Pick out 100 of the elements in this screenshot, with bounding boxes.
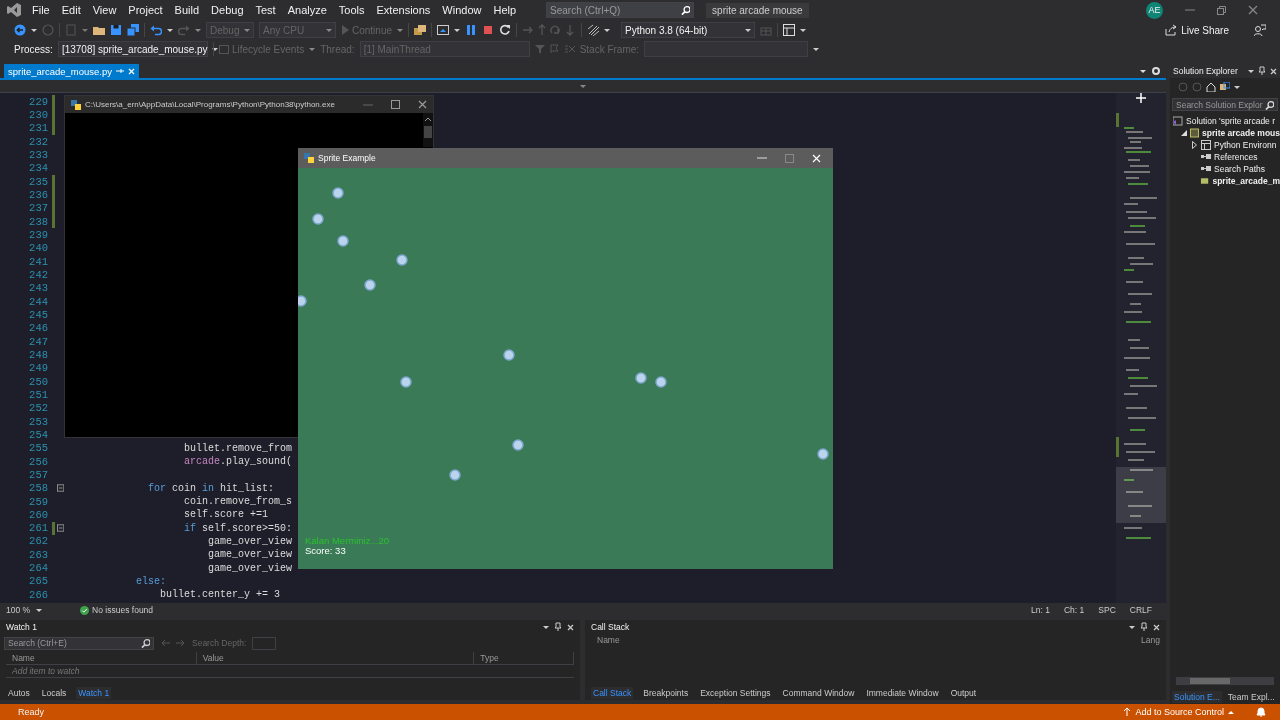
scroll-thumb[interactable] bbox=[424, 126, 432, 138]
search-icon[interactable] bbox=[680, 5, 691, 15]
menu-item[interactable]: Project bbox=[122, 4, 169, 16]
environment-dropdown[interactable]: Python 3.8 (64-bit) bbox=[621, 22, 756, 38]
column-header[interactable]: Lang bbox=[1135, 634, 1160, 646]
close-icon[interactable] bbox=[1270, 67, 1277, 75]
menu-item[interactable]: Extensions bbox=[370, 4, 437, 16]
live-share-button[interactable]: Live Share bbox=[1159, 23, 1235, 37]
notification-bell-icon[interactable] bbox=[1256, 707, 1266, 717]
caret-icon[interactable] bbox=[1248, 69, 1254, 73]
menu-item[interactable]: Window bbox=[436, 4, 488, 16]
caret-icon[interactable] bbox=[745, 28, 752, 32]
collapsed-arrow-icon[interactable] bbox=[1191, 141, 1197, 149]
stop-icon[interactable] bbox=[482, 24, 495, 36]
source-control-button[interactable]: Add to Source Control bbox=[1117, 706, 1240, 718]
caret-icon[interactable] bbox=[36, 608, 43, 612]
collapse-icon[interactable] bbox=[56, 524, 64, 533]
scrollbar[interactable] bbox=[1176, 677, 1274, 685]
expanded-arrow-icon[interactable] bbox=[1180, 130, 1187, 136]
pin-icon[interactable] bbox=[1258, 66, 1266, 76]
collapse-icon[interactable] bbox=[56, 484, 64, 493]
panel-tab[interactable]: Breakpoints bbox=[641, 686, 691, 699]
editor-status-item[interactable]: SPC bbox=[1098, 605, 1116, 615]
maximize-icon[interactable] bbox=[391, 100, 400, 109]
caret-icon[interactable] bbox=[1234, 85, 1240, 89]
menu-item[interactable]: Help bbox=[487, 4, 523, 16]
menu-item[interactable]: Test bbox=[249, 4, 282, 16]
tree-item[interactable]: Python Environn bbox=[1190, 139, 1280, 151]
zoom-dropdown[interactable]: 100 % bbox=[6, 605, 43, 615]
editor-status-item[interactable]: CRLF bbox=[1129, 605, 1152, 615]
close-icon[interactable] bbox=[567, 623, 574, 631]
editor-status-item[interactable]: Ch: 1 bbox=[1064, 605, 1085, 615]
caret-icon[interactable] bbox=[543, 625, 549, 629]
scroll-up-icon[interactable] bbox=[425, 117, 431, 122]
tree-item[interactable]: Solution 'sprite arcade r bbox=[1162, 115, 1280, 127]
panel-tab[interactable]: Immediate Window bbox=[864, 686, 941, 699]
caret-icon[interactable] bbox=[813, 47, 820, 51]
search-icon[interactable] bbox=[1264, 99, 1274, 110]
close-icon[interactable] bbox=[1248, 5, 1258, 15]
column-header[interactable]: Name bbox=[6, 652, 197, 664]
search-field[interactable]: Search Solution Explor bbox=[1176, 99, 1265, 110]
menu-item[interactable]: View bbox=[86, 4, 123, 16]
search-box[interactable]: Search Solution Explor bbox=[1172, 98, 1278, 111]
feedback-icon[interactable] bbox=[1254, 24, 1266, 36]
caret-icon[interactable] bbox=[31, 28, 37, 32]
caret-icon[interactable] bbox=[454, 28, 461, 32]
panel-tab[interactable]: Watch 1 bbox=[76, 686, 112, 699]
save-all-icon[interactable] bbox=[127, 24, 139, 36]
menu-item[interactable]: File bbox=[26, 4, 56, 16]
panel-tab[interactable]: Team Expl... bbox=[1225, 690, 1277, 703]
close-icon[interactable] bbox=[418, 100, 427, 109]
search-box[interactable]: Search (Ctrl+E) bbox=[4, 636, 154, 650]
folder-icon[interactable] bbox=[93, 24, 105, 36]
panel-tab[interactable]: Output bbox=[948, 686, 979, 699]
panel-tab[interactable]: Solution E... bbox=[1172, 690, 1222, 703]
column-header[interactable]: Name bbox=[591, 634, 620, 646]
account-avatar[interactable]: AE bbox=[1146, 1, 1163, 19]
restart-icon[interactable] bbox=[499, 24, 512, 36]
pin-icon[interactable] bbox=[554, 622, 562, 632]
editor-status-item[interactable]: Ln: 1 bbox=[1031, 605, 1050, 615]
column-header[interactable]: Value bbox=[196, 652, 475, 664]
caret-icon[interactable] bbox=[800, 28, 807, 32]
plus-icon[interactable] bbox=[1136, 93, 1146, 103]
pin-icon[interactable] bbox=[1140, 622, 1148, 632]
settings-icon[interactable] bbox=[1152, 67, 1160, 75]
menu-item[interactable]: Debug bbox=[205, 4, 250, 16]
search-icon[interactable] bbox=[140, 638, 150, 648]
panel-tab[interactable]: Exception Settings bbox=[698, 686, 773, 699]
tree-item[interactable]: sprite arcade mous bbox=[1180, 127, 1280, 139]
pause-icon[interactable] bbox=[465, 24, 478, 36]
search-field[interactable]: Search (Ctrl+E) bbox=[8, 637, 141, 649]
close-icon[interactable] bbox=[1153, 623, 1160, 631]
add-watch-field[interactable]: Add item to watch bbox=[12, 666, 192, 676]
scrollbar[interactable] bbox=[423, 113, 433, 147]
restore-icon[interactable] bbox=[1217, 5, 1226, 15]
layout-icon[interactable] bbox=[783, 24, 796, 36]
panel-tab[interactable]: Autos bbox=[6, 686, 32, 699]
search-field[interactable]: Search (Ctrl+Q) bbox=[550, 3, 681, 17]
panel-tab[interactable]: Command Window bbox=[780, 686, 857, 699]
menu-item[interactable]: Tools bbox=[332, 4, 371, 16]
column-header[interactable]: Type bbox=[474, 652, 574, 664]
screen-icon[interactable] bbox=[437, 24, 450, 36]
tree-item[interactable]: References bbox=[1190, 151, 1280, 163]
menu-item[interactable]: Build bbox=[168, 4, 206, 16]
panel-tab[interactable]: Locals bbox=[39, 686, 69, 699]
caret-icon[interactable] bbox=[604, 28, 611, 32]
back-icon[interactable] bbox=[14, 24, 26, 36]
tree-item[interactable]: sprite_arcade_m bbox=[1190, 175, 1280, 187]
save-icon[interactable] bbox=[110, 24, 122, 36]
search-box[interactable]: Search (Ctrl+Q) bbox=[546, 2, 695, 18]
caret-icon[interactable] bbox=[1140, 70, 1146, 73]
panel-tab[interactable]: Call Stack bbox=[591, 686, 634, 699]
menu-item[interactable]: Edit bbox=[55, 4, 87, 16]
solution-name: sprite arcade mouse bbox=[706, 2, 809, 18]
menu-item[interactable]: Analyze bbox=[281, 4, 333, 16]
caret-icon[interactable] bbox=[1129, 625, 1135, 629]
caret-icon[interactable] bbox=[167, 28, 173, 32]
tree-item[interactable]: Search Paths bbox=[1190, 163, 1280, 175]
home-icon[interactable] bbox=[1206, 82, 1216, 92]
undo-icon[interactable] bbox=[150, 24, 162, 36]
